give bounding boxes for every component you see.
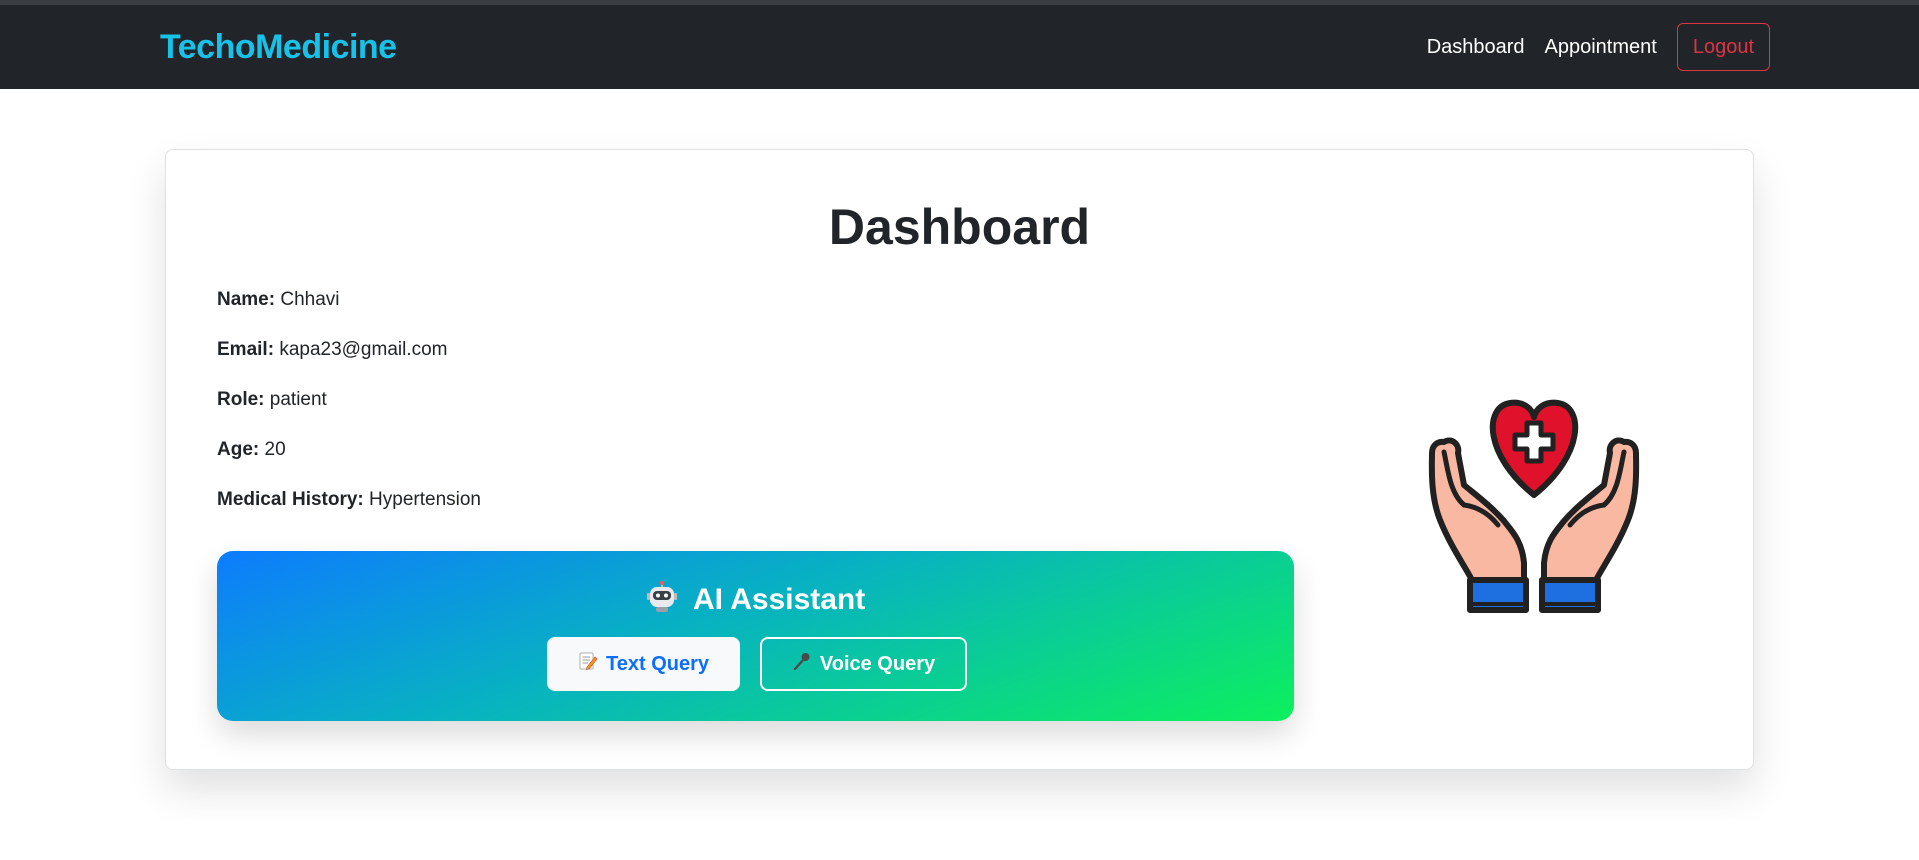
info-value: Chhavi bbox=[280, 289, 340, 310]
info-value: 20 bbox=[264, 439, 286, 460]
robot-icon bbox=[646, 581, 678, 621]
text-query-button[interactable]: Text Query bbox=[547, 637, 740, 691]
info-value: patient bbox=[269, 389, 327, 410]
info-row-name: Name: Chhavi bbox=[217, 289, 340, 311]
logout-button[interactable]: Logout bbox=[1676, 23, 1770, 71]
info-value: kapa23@gmail.com bbox=[279, 339, 448, 360]
voice-query-label: Voice Query bbox=[819, 652, 936, 675]
hands-holding-heart-icon bbox=[1424, 395, 1644, 625]
info-label: Email: bbox=[217, 339, 275, 360]
query-buttons: Text Query Voice Query bbox=[547, 637, 967, 691]
info-row-medical-history: Medical History: Hypertension bbox=[217, 489, 481, 511]
navbar: TechoMedicine Dashboard Appointment Logo… bbox=[0, 5, 1919, 89]
info-label: Name: bbox=[217, 289, 276, 310]
microphone-icon bbox=[792, 651, 812, 677]
info-row-email: Email: kapa23@gmail.com bbox=[217, 339, 448, 361]
ai-assistant-title: AI Assistant bbox=[692, 583, 866, 616]
info-label: Medical History: bbox=[217, 489, 364, 510]
text-query-label: Text Query bbox=[606, 652, 709, 675]
nav-link-dashboard[interactable]: Dashboard bbox=[1427, 36, 1525, 59]
info-label: Age: bbox=[217, 439, 260, 460]
info-value: Hypertension bbox=[369, 489, 481, 510]
brand-logo[interactable]: TechoMedicine bbox=[160, 5, 397, 89]
nav-links: Dashboard Appointment Logout bbox=[1427, 22, 1770, 72]
ai-assistant-panel: AI Assistant Text Query Voice Query bbox=[217, 551, 1294, 721]
info-label: Role: bbox=[217, 389, 265, 410]
memo-icon bbox=[578, 651, 598, 677]
ai-assistant-heading: AI Assistant bbox=[217, 581, 1294, 621]
dashboard-card: Dashboard Name: Chhavi Email: kapa23@gma… bbox=[165, 149, 1754, 770]
nav-link-appointment[interactable]: Appointment bbox=[1545, 36, 1657, 59]
page-title: Dashboard bbox=[828, 199, 1091, 255]
voice-query-button[interactable]: Voice Query bbox=[760, 637, 967, 691]
info-row-role: Role: patient bbox=[217, 389, 327, 411]
info-row-age: Age: 20 bbox=[217, 439, 286, 461]
